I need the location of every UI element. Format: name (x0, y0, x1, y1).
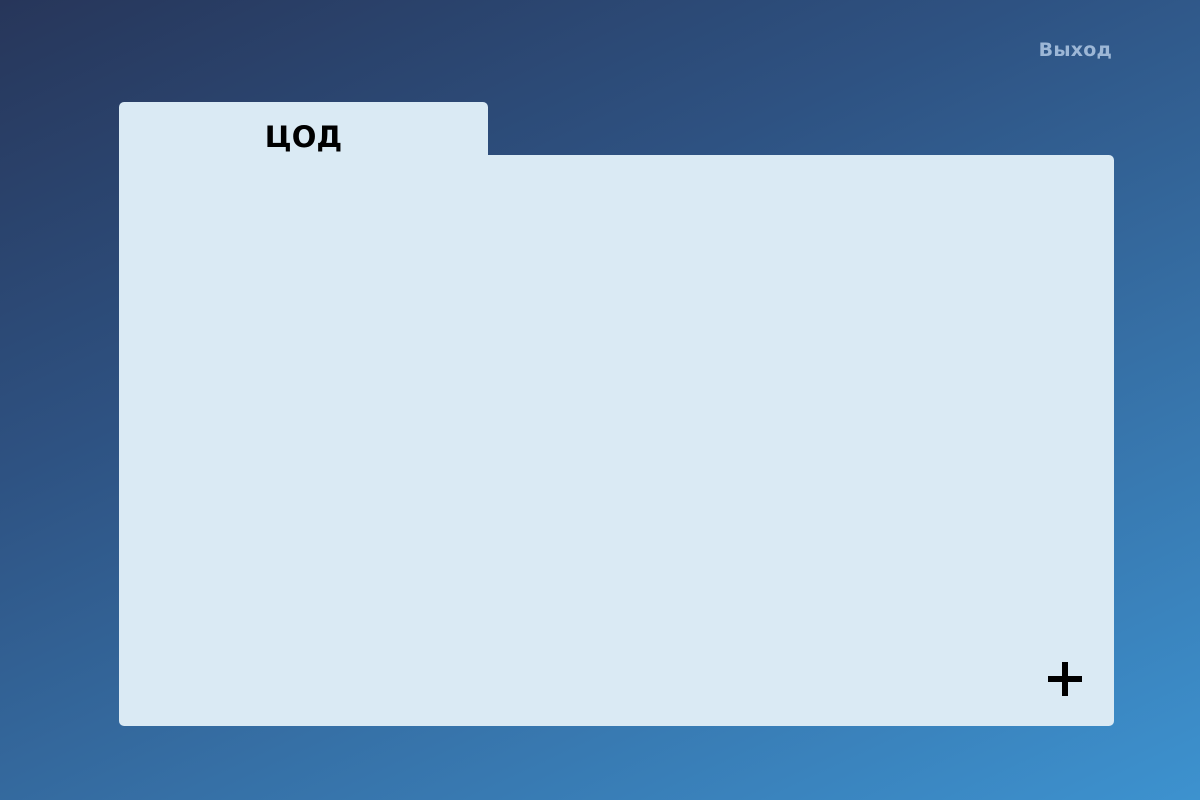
logout-link[interactable]: Выход (1039, 38, 1112, 62)
folder-panel: ЦОД (119, 102, 1114, 726)
folder-tab-label: ЦОД (264, 120, 343, 154)
plus-icon (1048, 662, 1082, 696)
add-button[interactable] (1044, 658, 1086, 700)
folder-content (119, 155, 1114, 726)
